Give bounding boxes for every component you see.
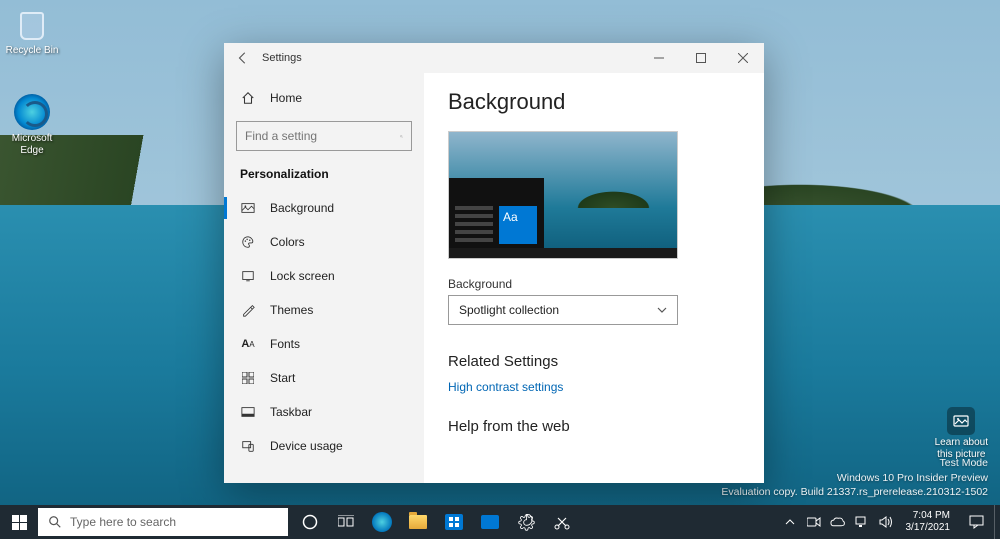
maximize-button[interactable] [680, 43, 722, 73]
background-dropdown[interactable]: Spotlight collection [448, 295, 678, 325]
settings-sidebar: Home Personalization Background Colors L… [224, 73, 424, 483]
desktop-icon-recycle-bin[interactable]: Recycle Bin [4, 6, 60, 57]
taskbar-search[interactable]: Type here to search [38, 508, 288, 536]
themes-icon [240, 302, 256, 318]
sidebar-item-label: Background [270, 201, 334, 215]
picture-icon [240, 200, 256, 216]
taskbar-app-settings[interactable] [508, 505, 544, 539]
close-button[interactable] [722, 43, 764, 73]
edge-icon [14, 94, 50, 130]
start-icon [240, 370, 256, 386]
tray-volume-icon[interactable] [874, 505, 898, 539]
taskbar-app-mail[interactable] [472, 505, 508, 539]
search-placeholder: Type here to search [70, 515, 176, 529]
sidebar-item-label: Home [270, 91, 302, 105]
sidebar-item-fonts[interactable]: AA Fonts [224, 327, 424, 361]
taskbar: Type here to search 7:04 PM 3/17/2021 [0, 505, 1000, 539]
sidebar-item-label: Colors [270, 235, 305, 249]
taskbar-cortana[interactable] [292, 505, 328, 539]
settings-window: Settings Home Personalization Background [224, 43, 764, 483]
sidebar-item-label: Device usage [270, 439, 343, 453]
taskbar-icon [240, 404, 256, 420]
sidebar-category: Personalization [224, 163, 424, 191]
taskbar-app-edge[interactable] [364, 505, 400, 539]
sidebar-item-label: Lock screen [270, 269, 335, 283]
taskbar-app-store[interactable] [436, 505, 472, 539]
action-center-button[interactable] [958, 505, 994, 539]
titlebar[interactable]: Settings [224, 43, 764, 73]
related-settings-heading: Related Settings [448, 353, 740, 370]
start-button[interactable] [0, 505, 38, 539]
palette-icon [240, 234, 256, 250]
tray-network-icon[interactable] [850, 505, 874, 539]
sidebar-item-label: Start [270, 371, 295, 385]
sidebar-item-lock-screen[interactable]: Lock screen [224, 259, 424, 293]
background-preview: Aa [448, 131, 678, 259]
settings-search[interactable] [236, 121, 412, 151]
sidebar-item-themes[interactable]: Themes [224, 293, 424, 327]
page-heading: Background [448, 89, 740, 115]
tray-meet-now-icon[interactable] [802, 505, 826, 539]
fonts-icon: AA [240, 336, 256, 352]
desktop-icon-edge[interactable]: Microsoft Edge [4, 94, 60, 156]
tray-onedrive-icon[interactable] [826, 505, 850, 539]
settings-content: Background Aa Background Spotlight colle… [424, 73, 764, 483]
device-usage-icon [240, 438, 256, 454]
desktop-icon-label: Recycle Bin [4, 45, 60, 57]
dropdown-value: Spotlight collection [459, 303, 559, 317]
system-tray: 7:04 PM 3/17/2021 [778, 505, 1000, 539]
search-icon [48, 515, 62, 529]
search-input[interactable] [245, 129, 400, 143]
chevron-down-icon [657, 307, 667, 313]
back-button[interactable] [228, 43, 258, 73]
preview-accent-tile: Aa [499, 206, 537, 244]
sidebar-item-start[interactable]: Start [224, 361, 424, 395]
tray-overflow[interactable] [778, 505, 802, 539]
desktop-icon-label: Microsoft Edge [4, 133, 60, 156]
help-heading: Help from the web [448, 418, 740, 435]
background-field-label: Background [448, 277, 740, 291]
sidebar-item-label: Themes [270, 303, 313, 317]
taskbar-app-explorer[interactable] [400, 505, 436, 539]
home-icon [240, 90, 256, 106]
taskbar-app-snip[interactable] [544, 505, 580, 539]
lock-screen-icon [240, 268, 256, 284]
sidebar-item-colors[interactable]: Colors [224, 225, 424, 259]
search-icon [400, 130, 403, 143]
sidebar-item-label: Taskbar [270, 405, 312, 419]
spotlight-icon [947, 407, 975, 435]
window-title: Settings [262, 52, 302, 64]
sidebar-item-taskbar[interactable]: Taskbar [224, 395, 424, 429]
recycle-bin-icon [14, 6, 50, 42]
sidebar-item-background[interactable]: Background [224, 191, 424, 225]
spotlight-info-button[interactable]: Learn about this picture [935, 407, 988, 461]
taskbar-clock[interactable]: 7:04 PM 3/17/2021 [898, 510, 959, 534]
sidebar-item-label: Fonts [270, 337, 300, 351]
sidebar-item-home[interactable]: Home [224, 81, 424, 115]
minimize-button[interactable] [638, 43, 680, 73]
taskbar-task-view[interactable] [328, 505, 364, 539]
show-desktop-button[interactable] [994, 505, 1000, 539]
sidebar-item-device-usage[interactable]: Device usage [224, 429, 424, 463]
windows-logo-icon [12, 515, 27, 530]
high-contrast-link[interactable]: High contrast settings [448, 380, 563, 394]
